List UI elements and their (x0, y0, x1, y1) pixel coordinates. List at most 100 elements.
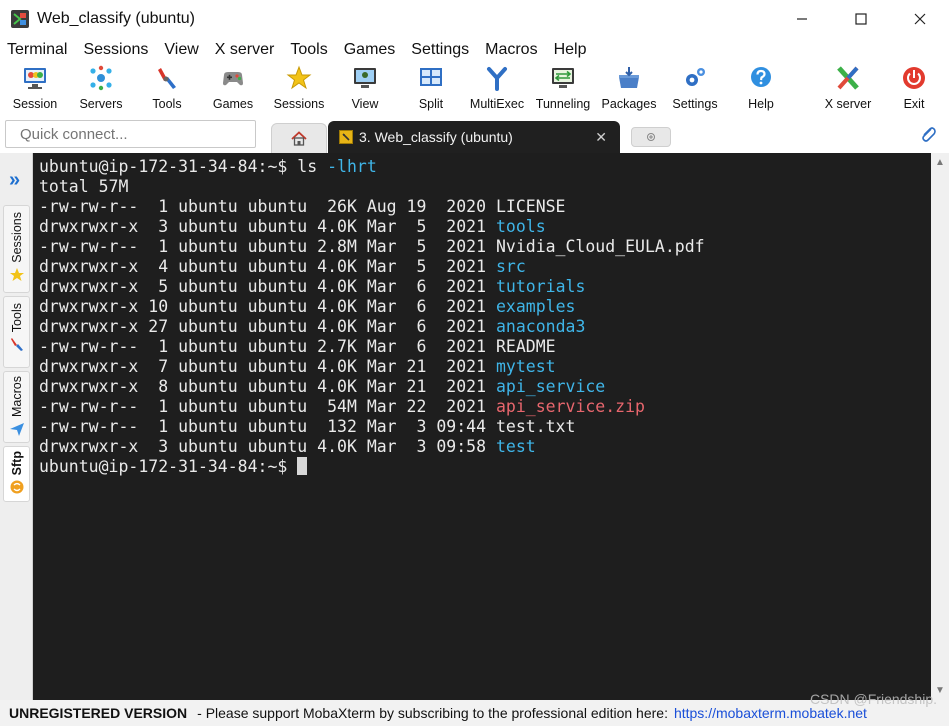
terminal-text: ubuntu@ip-172-31-34-84:~$ (39, 457, 298, 476)
toolbar-session-button[interactable]: Session (3, 65, 67, 115)
side-tab-sftp-label: Sftp (9, 451, 24, 476)
packages-icon (619, 67, 639, 88)
terminal-text: drwxrwxr-x 5 ubuntu ubuntu 4.0K Mar 6 20… (39, 277, 496, 296)
new-tab-icon (647, 133, 655, 141)
maximize-button[interactable] (831, 0, 890, 38)
terminal-text: -rw-rw-r-- 1 ubuntu ubuntu 2.8M Mar 5 20… (39, 237, 705, 256)
close-button[interactable] (890, 0, 949, 38)
multiexec-icon (487, 67, 507, 91)
toolbar: Session Servers Tools Games Sessions Vie… (0, 62, 949, 117)
menu-view[interactable]: View (156, 41, 206, 59)
toolbar-sessions-button[interactable]: Sessions (267, 65, 331, 115)
toolbar-servers-button[interactable]: Servers (69, 65, 133, 115)
tunneling-icon (552, 68, 574, 88)
directory-name: anaconda3 (495, 317, 586, 336)
toolbar-tools-button[interactable]: Tools (135, 65, 199, 115)
window-controls (772, 0, 949, 38)
directory-name: examples (495, 297, 576, 316)
servers-icon (90, 65, 112, 91)
macros-icon (9, 422, 24, 436)
toolbar-exit-button[interactable]: Exit (882, 65, 946, 115)
maximize-icon (854, 13, 867, 25)
menu-sessions[interactable]: Sessions (75, 41, 156, 59)
menu-terminal[interactable]: Terminal (0, 41, 75, 59)
terminal-line: drwxrwxr-x 3 ubuntu ubuntu 4.0K Mar 3 09… (39, 437, 931, 457)
directory-name: tools (495, 217, 546, 236)
quick-connect-input[interactable] (5, 120, 256, 148)
terminal-text: ubuntu@ip-172-31-34-84:~$ ls (39, 157, 328, 176)
side-tab-macros[interactable]: Macros (3, 371, 30, 443)
star-icon (286, 65, 312, 90)
expand-panel-icon[interactable]: » (9, 169, 20, 192)
tab-web-classify[interactable]: 3. Web_classify (ubuntu) ✕ (328, 121, 620, 153)
toolbar-split-button[interactable]: Split (399, 65, 463, 115)
terminal-line: drwxrwxr-x 10 ubuntu ubuntu 4.0K Mar 6 2… (39, 297, 931, 317)
terminal-text: drwxrwxr-x 8 ubuntu ubuntu 4.0K Mar 21 2… (39, 377, 496, 396)
terminal-text: drwxrwxr-x 3 ubuntu ubuntu 4.0K Mar 5 20… (39, 217, 496, 236)
toolbar-games-button[interactable]: Games (201, 65, 265, 115)
toolbar-multiexec-label: MultiExec (469, 97, 525, 111)
menu-macros[interactable]: Macros (477, 41, 545, 59)
toolbar-multiexec-button[interactable]: MultiExec (465, 65, 529, 115)
terminal-scrollbar[interactable]: ▲ ▼ (931, 153, 949, 700)
split-icon (420, 68, 442, 86)
side-panel: » Sessions Tools Macros Sftp (0, 153, 33, 700)
terminal-line: -rw-rw-r-- 1 ubuntu ubuntu 54M Mar 22 20… (39, 397, 931, 417)
toolbar-games-label: Games (212, 97, 254, 111)
toolbar-xserver-button[interactable]: X server (815, 65, 881, 115)
toolbar-view-button[interactable]: View (333, 65, 397, 115)
toolbar-servers-label: Servers (79, 97, 123, 111)
toolbar-tunneling-button[interactable]: Tunneling (531, 65, 595, 115)
terminal-text: -rw-rw-r-- 1 ubuntu ubuntu 132 Mar 3 09:… (39, 417, 576, 436)
tools-icon (10, 338, 23, 352)
window-title: Web_classify (ubuntu) (37, 10, 195, 27)
side-tab-sessions[interactable]: Sessions (3, 205, 30, 293)
directory-name: tutorials (495, 277, 586, 296)
home-icon (291, 130, 307, 146)
terminal-text: drwxrwxr-x 4 ubuntu ubuntu 4.0K Mar 5 20… (39, 257, 496, 276)
side-tab-macros-label: Macros (9, 376, 24, 417)
terminal-line: -rw-rw-r-- 1 ubuntu ubuntu 132 Mar 3 09:… (39, 417, 931, 437)
menu-bar: Terminal Sessions View X server Tools Ga… (0, 38, 949, 62)
home-tab[interactable] (271, 123, 327, 153)
menu-help[interactable]: Help (546, 41, 595, 59)
side-tab-sftp[interactable]: Sftp (3, 446, 30, 502)
toolbar-help-button[interactable]: Help (729, 65, 793, 115)
terminal-line: drwxrwxr-x 8 ubuntu ubuntu 4.0K Mar 21 2… (39, 377, 931, 397)
status-bar: UNREGISTERED VERSION - Please support Mo… (0, 700, 949, 726)
mobatek-link[interactable]: https://mobaxterm.mobatek.net (674, 705, 867, 721)
minimize-icon (796, 18, 807, 20)
star-icon (9, 267, 24, 281)
toolbar-settings-button[interactable]: Settings (663, 65, 727, 115)
toolbar-exit-label: Exit (903, 97, 925, 111)
terminal-line: ubuntu@ip-172-31-34-84:~$ ls -lhrt (39, 157, 931, 177)
side-tab-tools[interactable]: Tools (3, 296, 30, 368)
toolbar-sessions-label: Sessions (273, 97, 325, 111)
unregistered-label: UNREGISTERED VERSION (9, 705, 188, 721)
tab-close-icon[interactable]: ✕ (595, 129, 607, 146)
terminal-text: drwxrwxr-x 10 ubuntu ubuntu 4.0K Mar 6 2… (39, 297, 496, 316)
title-bar: Web_classify (ubuntu) (0, 0, 949, 38)
terminal-line: drwxrwxr-x 5 ubuntu ubuntu 4.0K Mar 6 20… (39, 277, 931, 297)
paperclip-icon[interactable] (919, 125, 937, 143)
terminal-line: drwxrwxr-x 3 ubuntu ubuntu 4.0K Mar 5 20… (39, 217, 931, 237)
menu-xserver[interactable]: X server (207, 41, 283, 59)
menu-settings[interactable]: Settings (403, 41, 477, 59)
terminal-cursor (297, 457, 308, 475)
terminal-line: drwxrwxr-x 27 ubuntu ubuntu 4.0K Mar 6 2… (39, 317, 931, 337)
tools-icon (158, 68, 176, 89)
toolbar-view-label: View (351, 97, 379, 111)
scroll-up-icon[interactable]: ▲ (935, 157, 945, 168)
toolbar-packages-button[interactable]: Packages (597, 65, 661, 115)
exit-icon (903, 67, 925, 89)
new-tab-button[interactable] (631, 127, 671, 147)
menu-tools[interactable]: Tools (282, 41, 335, 59)
directory-name: test (495, 437, 536, 456)
terminal-output[interactable]: ubuntu@ip-172-31-34-84:~$ ls -lhrt total … (33, 153, 931, 700)
minimize-button[interactable] (772, 0, 831, 38)
menu-games[interactable]: Games (336, 41, 404, 59)
toolbar-xserver-label: X server (824, 97, 872, 111)
settings-icon (686, 68, 705, 86)
close-icon (914, 13, 925, 25)
help-icon (751, 67, 771, 87)
